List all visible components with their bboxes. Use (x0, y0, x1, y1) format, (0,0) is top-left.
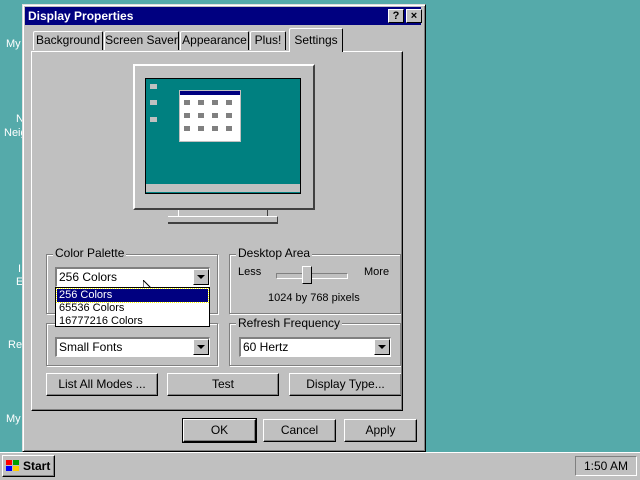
dropdown-option[interactable]: 256 Colors (56, 288, 209, 303)
title-bar[interactable]: Display Properties ? × (25, 7, 422, 25)
window-title: Display Properties (28, 9, 134, 23)
dropdown-option[interactable]: 16777216 Colors (57, 315, 208, 328)
close-button[interactable]: × (406, 9, 422, 23)
taskbar (0, 452, 640, 480)
tab-plus[interactable]: Plus! (250, 31, 286, 50)
help-button[interactable]: ? (388, 9, 404, 23)
start-button[interactable]: Start (2, 455, 55, 477)
taskbar-clock[interactable]: 1:50 AM (575, 456, 637, 476)
cancel-button[interactable]: Cancel (263, 419, 336, 442)
settings-panel (31, 51, 403, 411)
windows-logo-icon (6, 460, 19, 471)
desktop-icon-label[interactable]: I (18, 263, 21, 275)
start-label: Start (23, 459, 51, 473)
tab-settings[interactable]: Settings (289, 28, 343, 52)
tab-screen-saver[interactable]: Screen Saver (104, 31, 179, 50)
help-icon: ? (392, 10, 400, 22)
close-icon: × (410, 10, 418, 22)
tab-background[interactable]: Background (33, 31, 103, 50)
tab-appearance[interactable]: Appearance (180, 31, 249, 50)
desktop-icon-label[interactable]: My (6, 38, 21, 50)
dropdown-option[interactable]: 65536 Colors (57, 302, 208, 315)
color-palette-dropdown-list: 256 Colors 65536 Colors 16777216 Colors (55, 287, 210, 327)
desktop-icon-label[interactable]: Re (8, 339, 22, 351)
desktop-icon-label[interactable]: My (6, 413, 21, 425)
apply-button[interactable]: Apply (344, 419, 417, 442)
ok-button[interactable]: OK (182, 418, 257, 443)
